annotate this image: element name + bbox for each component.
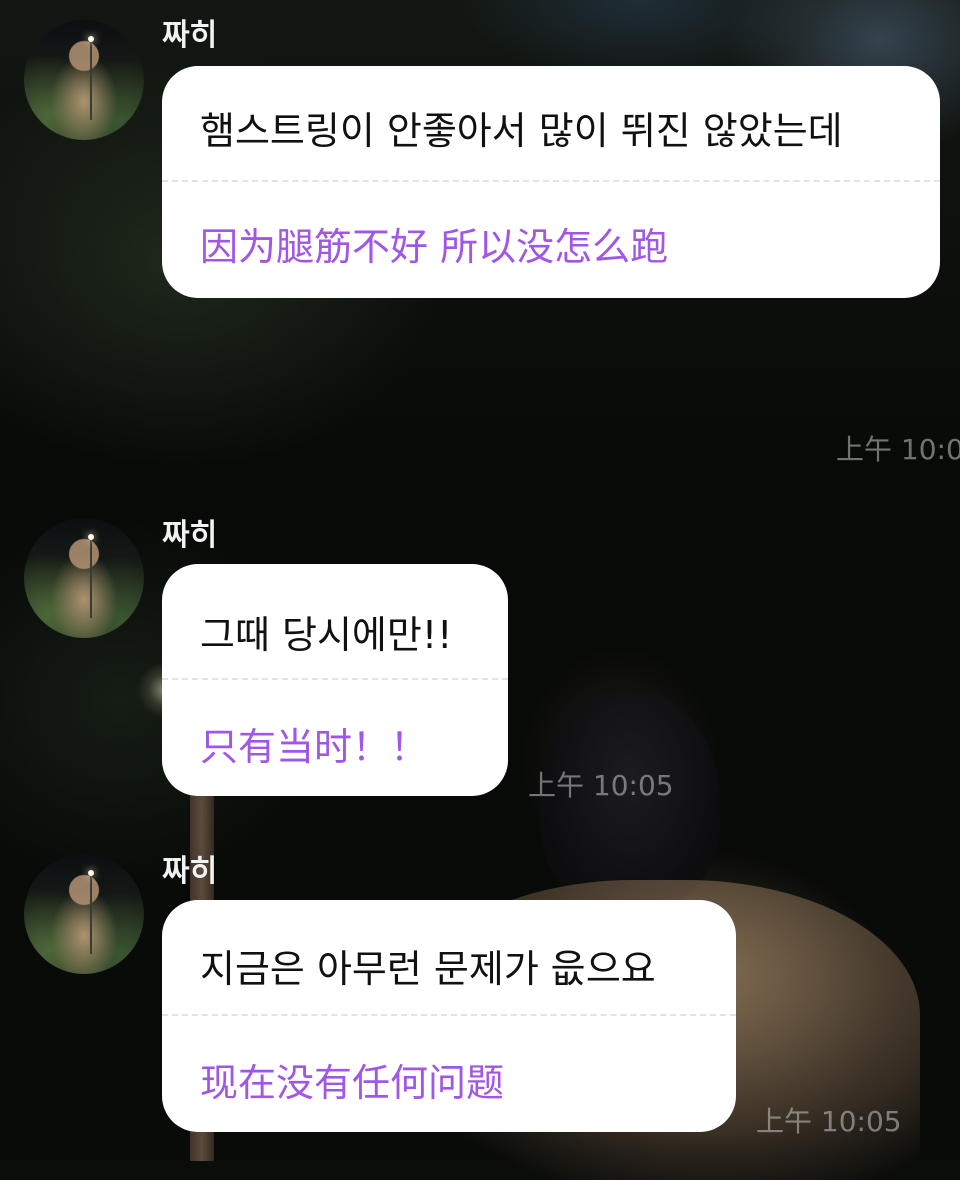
- avatar[interactable]: [24, 854, 144, 974]
- message-korean-text: 햄스트링이 안좋아서 많이 뛰진 않았는데: [200, 109, 843, 153]
- message-timestamp: 上午 10:05: [528, 769, 674, 802]
- message-chinese-translation: 现在没有任何问题: [200, 1061, 505, 1105]
- bubble-divider: [162, 1014, 736, 1016]
- message-timestamp: 上午 10:0: [836, 433, 960, 466]
- message-chinese-translation: 只有当时！！: [200, 725, 429, 769]
- message-korean-text: 그때 당시에만!!: [200, 613, 453, 657]
- bubble-divider: [162, 180, 940, 182]
- message-bubble[interactable]: 햄스트링이 안좋아서 많이 뛰진 않았는데 因为腿筋不好 所以没怎么跑: [162, 66, 940, 298]
- sender-name: 짜히: [162, 854, 218, 889]
- message-korean-text: 지금은 아무런 문제가 읎으요: [200, 947, 656, 991]
- message-timestamp: 上午 10:05: [756, 1105, 902, 1138]
- bubble-divider: [162, 678, 508, 680]
- message-chinese-translation: 因为腿筋不好 所以没怎么跑: [200, 225, 669, 269]
- sender-name: 짜히: [162, 18, 218, 53]
- avatar[interactable]: [24, 518, 144, 638]
- message-bubble[interactable]: 지금은 아무런 문제가 읎으요 现在没有任何问题: [162, 900, 736, 1132]
- sender-name: 짜히: [162, 518, 218, 553]
- message-bubble[interactable]: 그때 당시에만!! 只有当时！！: [162, 564, 508, 796]
- avatar[interactable]: [24, 20, 144, 140]
